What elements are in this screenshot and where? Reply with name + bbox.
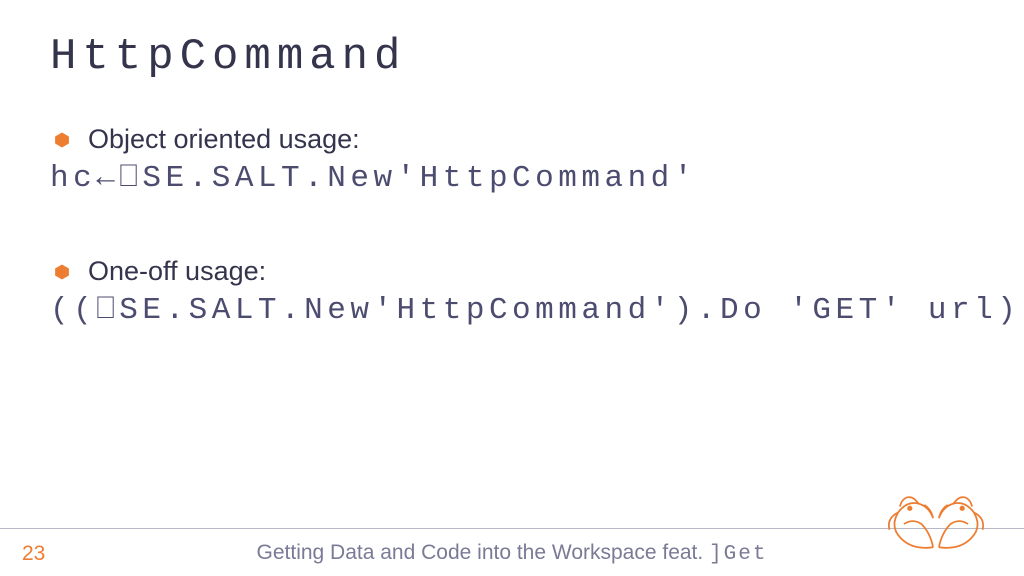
bullet-label: Object oriented usage: <box>88 124 360 155</box>
hexagon-bullet-icon <box>54 132 70 148</box>
dyalog-birds-logo-icon <box>876 492 996 556</box>
bullet-label: One-off usage: <box>88 256 266 287</box>
code-line: ((⎕SE.SALT.New'HttpCommand').Do 'GET' ur… <box>50 293 980 328</box>
hexagon-bullet-icon <box>54 264 70 280</box>
bullet-item: One-off usage: <box>50 256 980 287</box>
footer-caption-mono: ]Get <box>709 543 767 566</box>
footer-caption: Getting Data and Code into the Workspace… <box>0 541 1024 566</box>
footer: 23 Getting Data and Code into the Worksp… <box>0 528 1024 576</box>
footer-caption-text: Getting Data and Code into the Workspace… <box>257 541 710 564</box>
slide: HttpCommand Object oriented usage: hc←⎕S… <box>0 0 1024 576</box>
bullet-item: Object oriented usage: <box>50 124 980 155</box>
slide-title: HttpCommand <box>50 32 980 82</box>
code-line: hc←⎕SE.SALT.New'HttpCommand' <box>50 161 980 196</box>
